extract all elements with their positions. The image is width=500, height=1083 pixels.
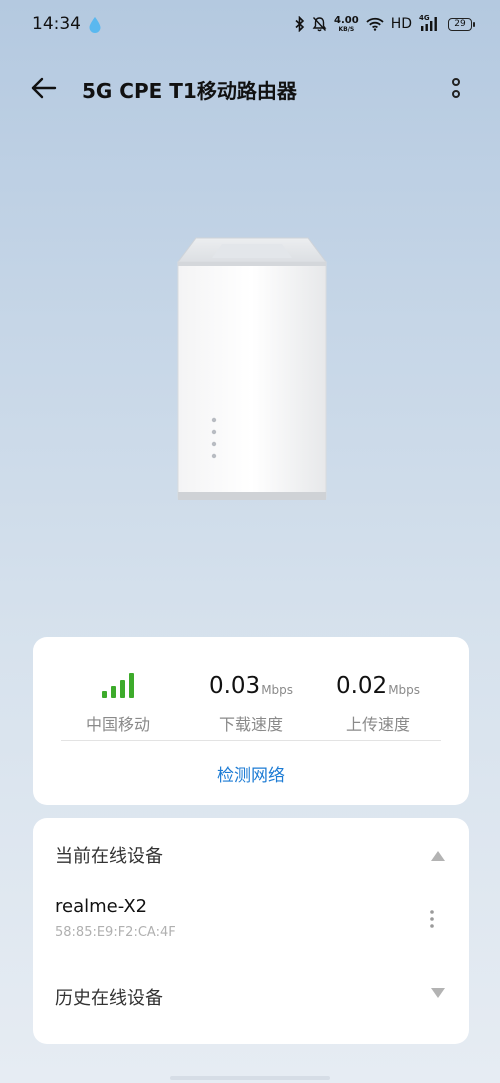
carrier-stat: 中国移动 [53,665,183,735]
network-speed-unit: KB/S [338,25,355,33]
download-label: 下载速度 [218,715,283,734]
status-time: 14:34 [32,14,81,34]
current-devices-header[interactable]: 当前在线设备 [55,842,163,868]
collapse-triangle-icon[interactable] [431,851,445,861]
device-mac: 58:85:E9:F2:CA:4F [55,925,176,940]
network-stats-card: 中国移动 0.03 Mbps 下载速度 0.02 Mbps 上传速度 检测网络 [33,637,469,805]
expand-triangle-icon[interactable] [431,988,445,998]
app-bar: 5G CPE T1移动路由器 [0,64,500,112]
network-speed-value: 4.00 [334,14,359,26]
device-name: realme-X2 [55,896,148,917]
wifi-icon [366,17,384,31]
signal-bars-icon [421,17,437,31]
bluetooth-icon [295,16,305,32]
home-indicator[interactable] [170,1076,330,1080]
mute-bell-icon [312,17,327,32]
download-stat: 0.03 Mbps 下载速度 [186,665,316,735]
status-bar: 14:34 4.00 KB/S HD 4G 29 [0,0,500,52]
hd-label: HD [390,16,412,32]
cellular-signal: 4G [419,14,441,32]
signal-strength-icon [102,673,134,698]
download-value: 0.03 [208,673,261,699]
divider [61,740,441,741]
upload-unit: Mbps [388,683,421,697]
upload-label: 上传速度 [345,715,410,734]
carrier-label: 中国移动 [85,715,150,734]
upload-value: 0.02 [335,673,388,699]
check-network-button[interactable]: 检测网络 [33,761,469,786]
status-icons: 4.00 KB/S HD 4G 29 [295,14,475,34]
device-more-icon[interactable] [423,908,441,930]
upload-stat: 0.02 Mbps 上传速度 [313,665,443,735]
more-vert-icon[interactable] [444,74,468,102]
history-devices-header[interactable]: 历史在线设备 [55,984,163,1010]
back-arrow-icon[interactable] [30,74,58,102]
page-title: 5G CPE T1移动路由器 [82,79,297,103]
download-unit: Mbps [261,683,294,697]
online-devices-card: 当前在线设备 realme-X2 58:85:E9:F2:CA:4F 历史在线设… [33,818,469,1044]
router-device-image [177,237,327,500]
water-drop-icon [89,17,101,33]
battery-icon: 29 [448,17,475,31]
network-speed: 4.00 KB/S [334,14,359,33]
